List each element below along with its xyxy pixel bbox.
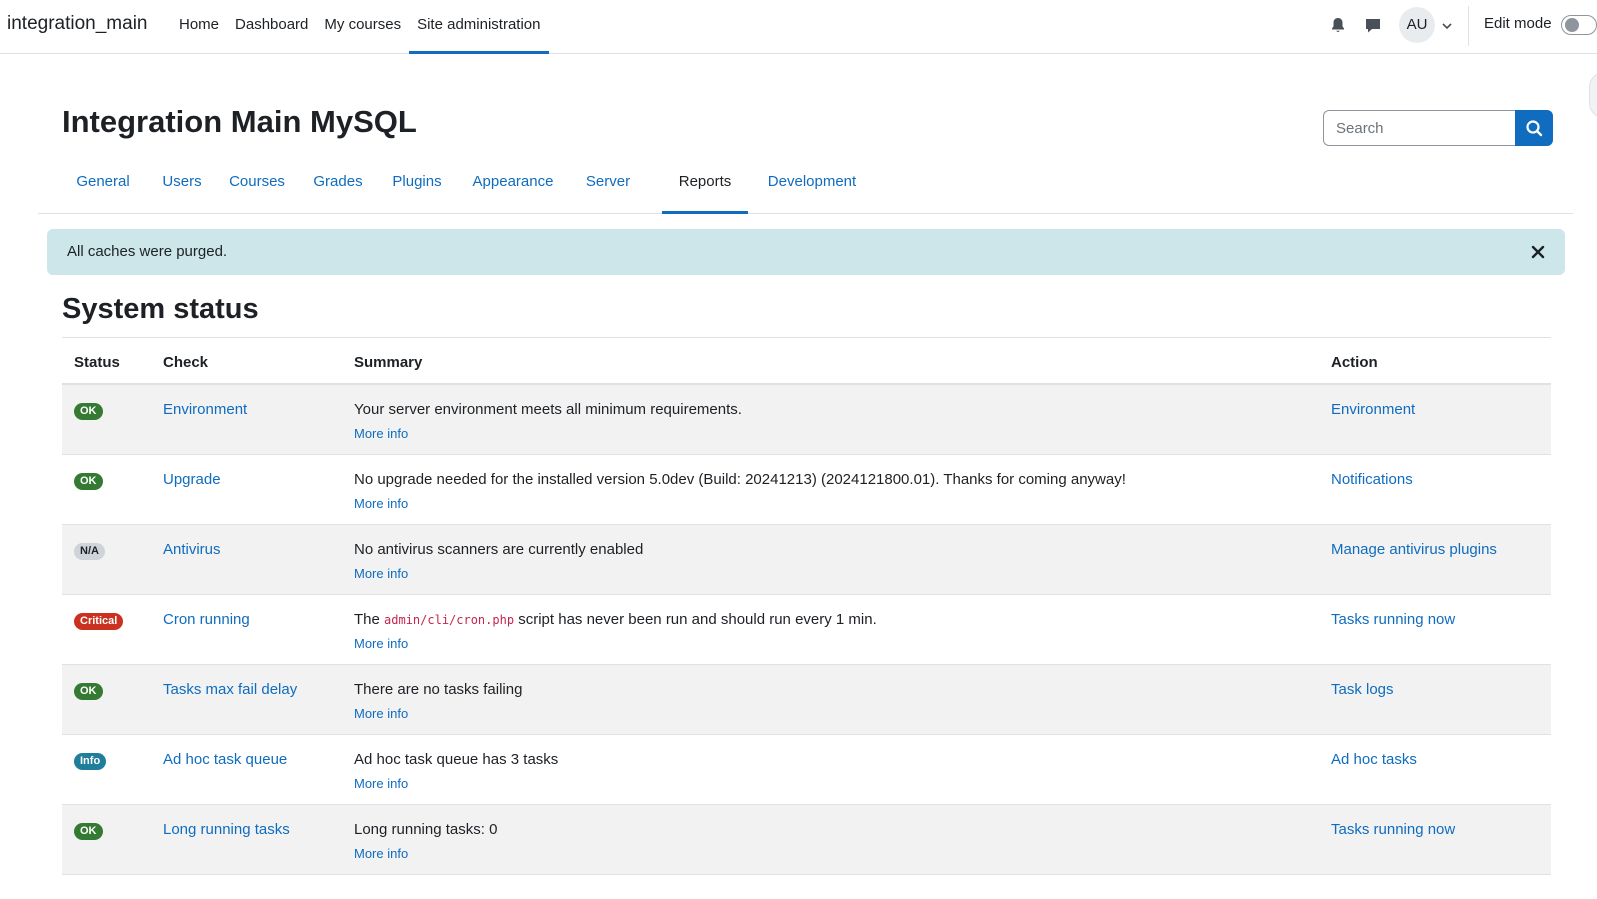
- more-info-link[interactable]: More info: [354, 706, 408, 721]
- status-badge: N/A: [74, 543, 105, 560]
- tab-users[interactable]: Users: [154, 158, 210, 214]
- tab-grades[interactable]: Grades: [306, 158, 370, 214]
- status-badge: OK: [74, 683, 103, 700]
- page-title: Integration Main MySQL: [62, 104, 417, 139]
- nav-item-my-courses[interactable]: My courses: [316, 0, 409, 54]
- edit-mode-toggle[interactable]: [1561, 15, 1597, 35]
- search-button[interactable]: [1515, 110, 1553, 146]
- table-row: OK Environment Your server environment m…: [62, 385, 1551, 455]
- nav-item-home[interactable]: Home: [171, 0, 227, 54]
- check-link[interactable]: Cron running: [163, 611, 250, 628]
- section-title: System status: [62, 293, 259, 325]
- admin-tabs: General Users Courses Grades Plugins App…: [38, 158, 1573, 214]
- check-link[interactable]: Ad hoc task queue: [163, 751, 287, 768]
- status-badge: OK: [74, 473, 103, 490]
- nav-item-dashboard[interactable]: Dashboard: [227, 0, 316, 54]
- summary-text-pre: The: [354, 611, 385, 628]
- table-row: Info Ad hoc task queue Ad hoc task queue…: [62, 735, 1551, 805]
- status-badge: OK: [74, 823, 103, 840]
- top-navbar: integration_main Home Dashboard My cours…: [0, 0, 1597, 54]
- site-brand[interactable]: integration_main: [7, 13, 147, 35]
- bell-icon[interactable]: [1326, 14, 1350, 38]
- action-link[interactable]: Ad hoc tasks: [1331, 751, 1417, 768]
- header-status: Status: [74, 354, 120, 371]
- summary-text: The admin/cli/cron.php script has never …: [354, 611, 877, 628]
- action-link[interactable]: Environment: [1331, 401, 1415, 418]
- summary-text: Your server environment meets all minimu…: [354, 401, 742, 418]
- more-info-link[interactable]: More info: [354, 426, 408, 441]
- summary-text: Ad hoc task queue has 3 tasks: [354, 751, 559, 768]
- summary-text-post: script has never been run and should run…: [514, 611, 877, 628]
- primary-navigation: Home Dashboard My courses Site administr…: [171, 0, 549, 54]
- tab-reports[interactable]: Reports: [662, 158, 748, 214]
- alert-message: All caches were purged.: [67, 243, 228, 260]
- search-input[interactable]: [1323, 110, 1517, 146]
- check-link[interactable]: Antivirus: [163, 541, 221, 558]
- status-badge: OK: [74, 403, 103, 420]
- table-row: OK Upgrade No upgrade needed for the ins…: [62, 455, 1551, 525]
- more-info-link[interactable]: More info: [354, 636, 408, 651]
- status-badge: Info: [74, 753, 107, 770]
- tab-server[interactable]: Server: [576, 158, 640, 214]
- action-link[interactable]: Notifications: [1331, 471, 1413, 488]
- cron-script-path: admin/cli/cron.php: [384, 613, 515, 627]
- table-row: Critical Cron running The admin/cli/cron…: [62, 595, 1551, 665]
- action-link[interactable]: Task logs: [1331, 681, 1394, 698]
- system-status-table: Status Check Summary Action OK Environme…: [62, 337, 1551, 877]
- tab-plugins[interactable]: Plugins: [384, 158, 450, 214]
- info-alert: All caches were purged.: [47, 229, 1565, 275]
- table-header-row: Status Check Summary Action: [62, 337, 1551, 385]
- tab-courses[interactable]: Courses: [222, 158, 292, 214]
- chevron-down-icon[interactable]: [1440, 19, 1454, 33]
- check-link[interactable]: Tasks max fail delay: [163, 681, 297, 698]
- navbar-divider: [1468, 6, 1469, 46]
- check-link[interactable]: Long running tasks: [163, 821, 290, 838]
- check-link[interactable]: Environment: [163, 401, 247, 418]
- action-link[interactable]: Tasks running now: [1331, 611, 1455, 628]
- header-summary: Summary: [354, 354, 423, 371]
- table-row: OK Long running tasks Long running tasks…: [62, 805, 1551, 875]
- action-link[interactable]: Tasks running now: [1331, 821, 1455, 838]
- summary-text: Long running tasks: 0: [354, 821, 498, 838]
- summary-text: No upgrade needed for the installed vers…: [354, 471, 1126, 488]
- drawer-toggle-handle[interactable]: [1589, 72, 1597, 118]
- table-row: N/A Antivirus No antivirus scanners are …: [62, 525, 1551, 595]
- more-info-link[interactable]: More info: [354, 496, 408, 511]
- tab-general[interactable]: General: [62, 158, 144, 214]
- header-check: Check: [163, 354, 209, 371]
- more-info-link[interactable]: More info: [354, 846, 408, 861]
- chat-bubble-icon[interactable]: [1361, 14, 1385, 38]
- summary-text: No antivirus scanners are currently enab…: [354, 541, 644, 558]
- header-action: Action: [1331, 354, 1378, 371]
- more-info-link[interactable]: More info: [354, 566, 408, 581]
- table-row: OK Tasks max fail delay There are no tas…: [62, 665, 1551, 735]
- nav-item-site-administration[interactable]: Site administration: [409, 0, 549, 54]
- close-icon[interactable]: [1529, 243, 1547, 261]
- edit-mode-toggle-knob: [1565, 18, 1579, 32]
- search-icon: [1526, 120, 1543, 137]
- more-info-link[interactable]: More info: [354, 776, 408, 791]
- check-link[interactable]: Upgrade: [163, 471, 221, 488]
- status-badge: Critical: [74, 613, 124, 630]
- tab-development[interactable]: Development: [760, 158, 864, 214]
- search-form: [1323, 110, 1553, 146]
- action-link[interactable]: Manage antivirus plugins: [1331, 541, 1497, 558]
- tab-appearance[interactable]: Appearance: [462, 158, 564, 214]
- summary-text: There are no tasks failing: [354, 681, 523, 698]
- edit-mode-label: Edit mode: [1484, 15, 1552, 32]
- user-avatar[interactable]: AU: [1399, 7, 1435, 43]
